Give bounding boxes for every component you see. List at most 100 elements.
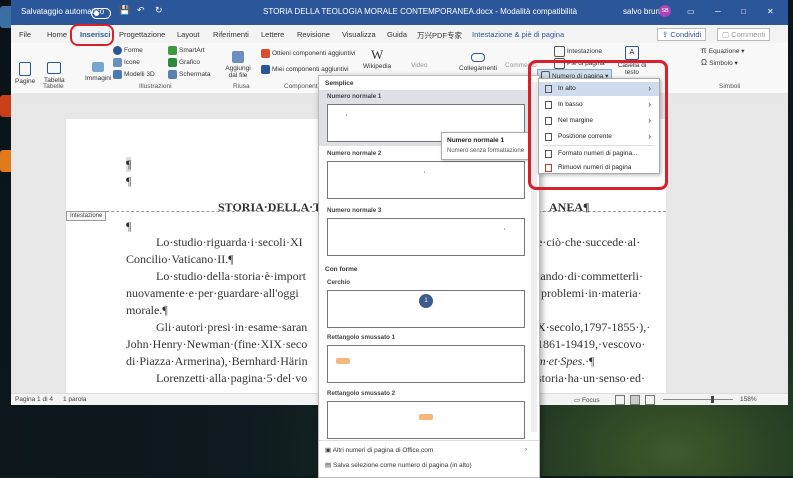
autosave-toggle[interactable] [91, 8, 111, 19]
minimize-button[interactable]: ─ [715, 7, 721, 16]
paragraph-mark: ¶ [126, 174, 132, 188]
tab-pdf-expert[interactable]: 万兴PDF专家 [417, 30, 462, 41]
group-label-tables: Tabelle [43, 83, 64, 90]
equation-label: Equazione [708, 48, 740, 55]
wikipedia-label: Wikipedia [363, 63, 392, 70]
rounded-rect-shape [419, 414, 433, 420]
zoom-level[interactable]: 158% [740, 396, 757, 403]
tab-design[interactable]: Progettazione [119, 30, 165, 39]
text-line: Lo·studio·riguarda·i·secoli·XI [156, 235, 303, 249]
icons-label: Icone [124, 59, 140, 67]
chart-label: Grafico [179, 59, 200, 67]
gallery-item-plain-number-2[interactable]: ' [327, 161, 525, 199]
ribbon-tabs: File Home Inserisci Progettazione Layout… [11, 25, 788, 43]
tab-file[interactable]: File [19, 30, 31, 39]
gallery-section-simple: Semplice [325, 80, 354, 87]
comments-button[interactable]: ▢ Commenti [717, 28, 771, 41]
table-button[interactable]: Tabella [44, 62, 65, 84]
images-label: Immagini [85, 75, 112, 82]
office-icon: ▣ [325, 447, 333, 454]
get-addins-button[interactable]: Ottieni componenti aggiuntivi [261, 49, 355, 58]
read-mode-icon[interactable] [615, 395, 625, 405]
maximize-button[interactable]: □ [741, 7, 746, 16]
addin-icon [232, 51, 244, 63]
gallery-item-label: Numero normale 3 [327, 207, 382, 214]
pages-button[interactable]: Pagine [15, 62, 35, 85]
print-layout-icon[interactable] [630, 395, 640, 405]
gallery-item-label: Cerchio [327, 279, 351, 286]
close-button[interactable]: ✕ [767, 7, 774, 16]
symbol-button[interactable]: Ω Simbolo ▾ [701, 58, 738, 67]
word-count[interactable]: 1 parola [63, 396, 87, 403]
chart-button[interactable]: Grafico [168, 58, 200, 67]
title-bar: Salvataggio automatico 💾 ↶ ↻ STORIA DELL… [11, 0, 788, 25]
smartart-button[interactable]: SmartArt [168, 46, 205, 55]
paragraph-mark: ¶ [126, 219, 132, 233]
text-line: Concilio·Vaticano·II.¶ [126, 252, 234, 266]
text-line: X·secolo,1797-1855·),· [537, 320, 651, 334]
equation-button[interactable]: π Equazione ▾ [701, 46, 745, 55]
gallery-item-label: Numero normale 1 [327, 93, 382, 100]
screenshot-button[interactable]: Schermata [168, 70, 210, 79]
tab-mailings[interactable]: Lettere [261, 30, 284, 39]
gallery-item-rounded-rect-1[interactable] [327, 345, 525, 383]
tab-home[interactable]: Home [47, 30, 67, 39]
save-icon[interactable]: 💾 [119, 5, 130, 16]
wikipedia-button[interactable]: W Wikipedia [363, 47, 391, 70]
tab-review[interactable]: Revisione [297, 30, 330, 39]
gallery-item-circle[interactable]: 1 [327, 290, 525, 328]
smartart-label: SmartArt [179, 47, 205, 55]
header-icon [554, 46, 565, 57]
text-line: storia·ha·un·senso·ed· [537, 371, 645, 385]
symbol-label: Simbolo [709, 60, 733, 67]
addin-button[interactable]: Aggiungi dal file [223, 51, 253, 79]
user-avatar[interactable]: SB [659, 5, 671, 17]
save-selection-link[interactable]: ▤ Salva selezione come numero di pagina … [325, 461, 472, 469]
tab-header-footer[interactable]: Intestazione & piè di pagina [472, 30, 564, 39]
gallery-item-plain-number-3[interactable]: ' [327, 218, 525, 256]
tab-references[interactable]: Riferimenti [213, 30, 249, 39]
doc-title-right: ANEA¶ [549, 200, 590, 214]
video-button[interactable]: Video [411, 62, 428, 69]
gallery-item-rounded-rect-2[interactable] [327, 401, 525, 439]
page-number-marker: ' [346, 115, 348, 121]
text-line: e·ciò·che·succede·al· [537, 235, 641, 249]
page-count[interactable]: Pagina 1 di 4 [15, 396, 53, 403]
models3d-button[interactable]: Modelli 3D [113, 70, 155, 79]
icons-icon [113, 58, 122, 67]
zoom-slider[interactable] [663, 399, 733, 400]
gallery-tooltip: Numero normale 1 Numero senza formattazi… [441, 132, 529, 160]
tab-help[interactable]: Guida [387, 30, 407, 39]
links-button[interactable]: Collegamenti [459, 53, 497, 72]
paragraph-mark: ¶ [126, 157, 132, 172]
undo-icon[interactable]: ↶ [137, 5, 145, 16]
page-number-marker: ' [424, 172, 426, 178]
pages-icon [19, 62, 32, 76]
icons-button[interactable]: Icone [113, 58, 140, 67]
omega-icon: Ω [701, 58, 710, 67]
header-button[interactable]: Intestazione [554, 46, 602, 57]
page-number-marker: ' [504, 229, 506, 235]
tooltip-title: Numero normale 1 [447, 137, 505, 144]
group-label-components: Componenti [284, 83, 320, 90]
redo-icon[interactable]: ↻ [155, 5, 163, 16]
header-label: Intestazione [567, 48, 603, 56]
shapes-label: Forme [124, 47, 143, 55]
shapes-button[interactable]: Forme [113, 46, 143, 55]
more-page-numbers-link[interactable]: ▣ Altri numeri di pagina di Office.com › [325, 446, 527, 454]
screenshot-label: Schermata [179, 71, 211, 79]
my-addins-button[interactable]: Miei componenti aggiuntivi [261, 65, 349, 74]
images-button[interactable]: Immagini [85, 62, 111, 82]
focus-button[interactable]: ▭ Focus [574, 396, 600, 404]
web-layout-icon[interactable] [645, 395, 655, 405]
chevron-right-icon: › [525, 446, 528, 453]
tab-view[interactable]: Visualizza [342, 30, 376, 39]
text-line: m·et·Spes.·¶ [537, 354, 595, 368]
store-icon [261, 49, 270, 58]
share-button[interactable]: ⇪ Condividi [657, 28, 707, 41]
ribbon-display-icon[interactable]: ▭ [687, 7, 695, 16]
zoom-slider-thumb[interactable] [711, 396, 714, 403]
more-link-label: Altri numeri di pagina di Office.com [332, 447, 434, 454]
tab-layout[interactable]: Layout [177, 30, 200, 39]
focus-label: Focus [581, 397, 600, 404]
